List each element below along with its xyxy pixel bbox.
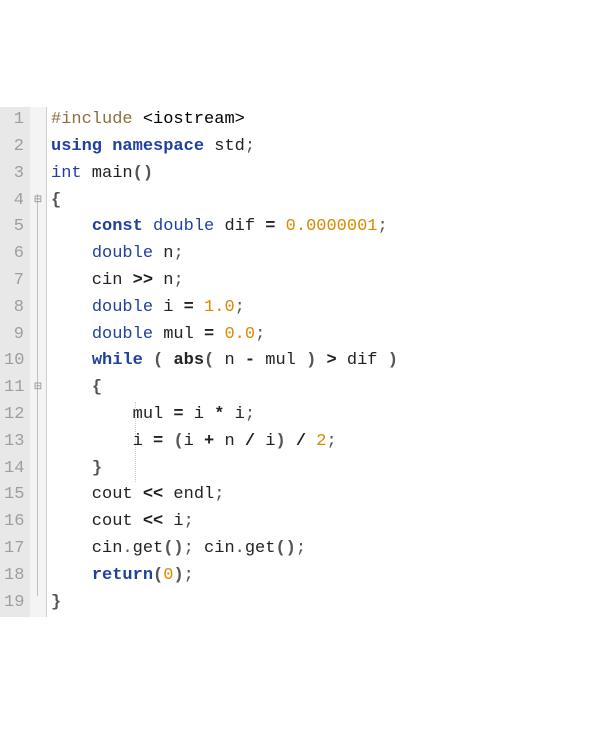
- code-line: cout << i;: [51, 509, 398, 536]
- code-line: double i = 1.0;: [51, 295, 398, 322]
- line-number-gutter: 12345678910111213141516171819: [0, 107, 30, 617]
- code-line: while ( abs( n - mul ) > dif ): [51, 348, 398, 375]
- code-line: using namespace std;: [51, 134, 398, 161]
- code-editor: 12345678910111213141516171819 ⊟⊟ #includ…: [0, 107, 615, 617]
- code-line: double mul = 0.0;: [51, 322, 398, 349]
- line-number: 16: [4, 509, 24, 536]
- code-line: i = (i + n / i) / 2;: [51, 429, 398, 456]
- code-line: }: [51, 590, 398, 617]
- code-line: {: [51, 375, 398, 402]
- line-number: 3: [4, 161, 24, 188]
- code-area[interactable]: #include <iostream>using namespace std;i…: [47, 107, 398, 617]
- code-line: double n;: [51, 241, 398, 268]
- code-line: const double dif = 0.0000001;: [51, 214, 398, 241]
- line-number: 2: [4, 134, 24, 161]
- line-number: 9: [4, 322, 24, 349]
- code-line: return(0);: [51, 563, 398, 590]
- line-number: 14: [4, 456, 24, 483]
- fold-collapse-icon[interactable]: ⊟: [32, 375, 44, 402]
- code-line: }: [51, 456, 398, 483]
- line-number: 19: [4, 590, 24, 617]
- fold-column: ⊟⊟: [30, 107, 47, 617]
- code-line: cin >> n;: [51, 268, 398, 295]
- line-number: 4: [4, 188, 24, 215]
- line-number: 17: [4, 536, 24, 563]
- code-line: cin.get(); cin.get();: [51, 536, 398, 563]
- line-number: 10: [4, 348, 24, 375]
- line-number: 5: [4, 214, 24, 241]
- line-number: 1: [4, 107, 24, 134]
- code-line: cout << endl;: [51, 482, 398, 509]
- line-number: 8: [4, 295, 24, 322]
- line-number: 13: [4, 429, 24, 456]
- fold-collapse-icon[interactable]: ⊟: [32, 188, 44, 215]
- code-line: int main(): [51, 161, 398, 188]
- code-line: #include <iostream>: [51, 107, 398, 134]
- line-number: 7: [4, 268, 24, 295]
- indent-guide: [135, 402, 136, 482]
- code-line: {: [51, 188, 398, 215]
- line-number: 6: [4, 241, 24, 268]
- line-number: 12: [4, 402, 24, 429]
- code-line: mul = i * i;: [51, 402, 398, 429]
- line-number: 18: [4, 563, 24, 590]
- line-number: 11: [4, 375, 24, 402]
- line-number: 15: [4, 482, 24, 509]
